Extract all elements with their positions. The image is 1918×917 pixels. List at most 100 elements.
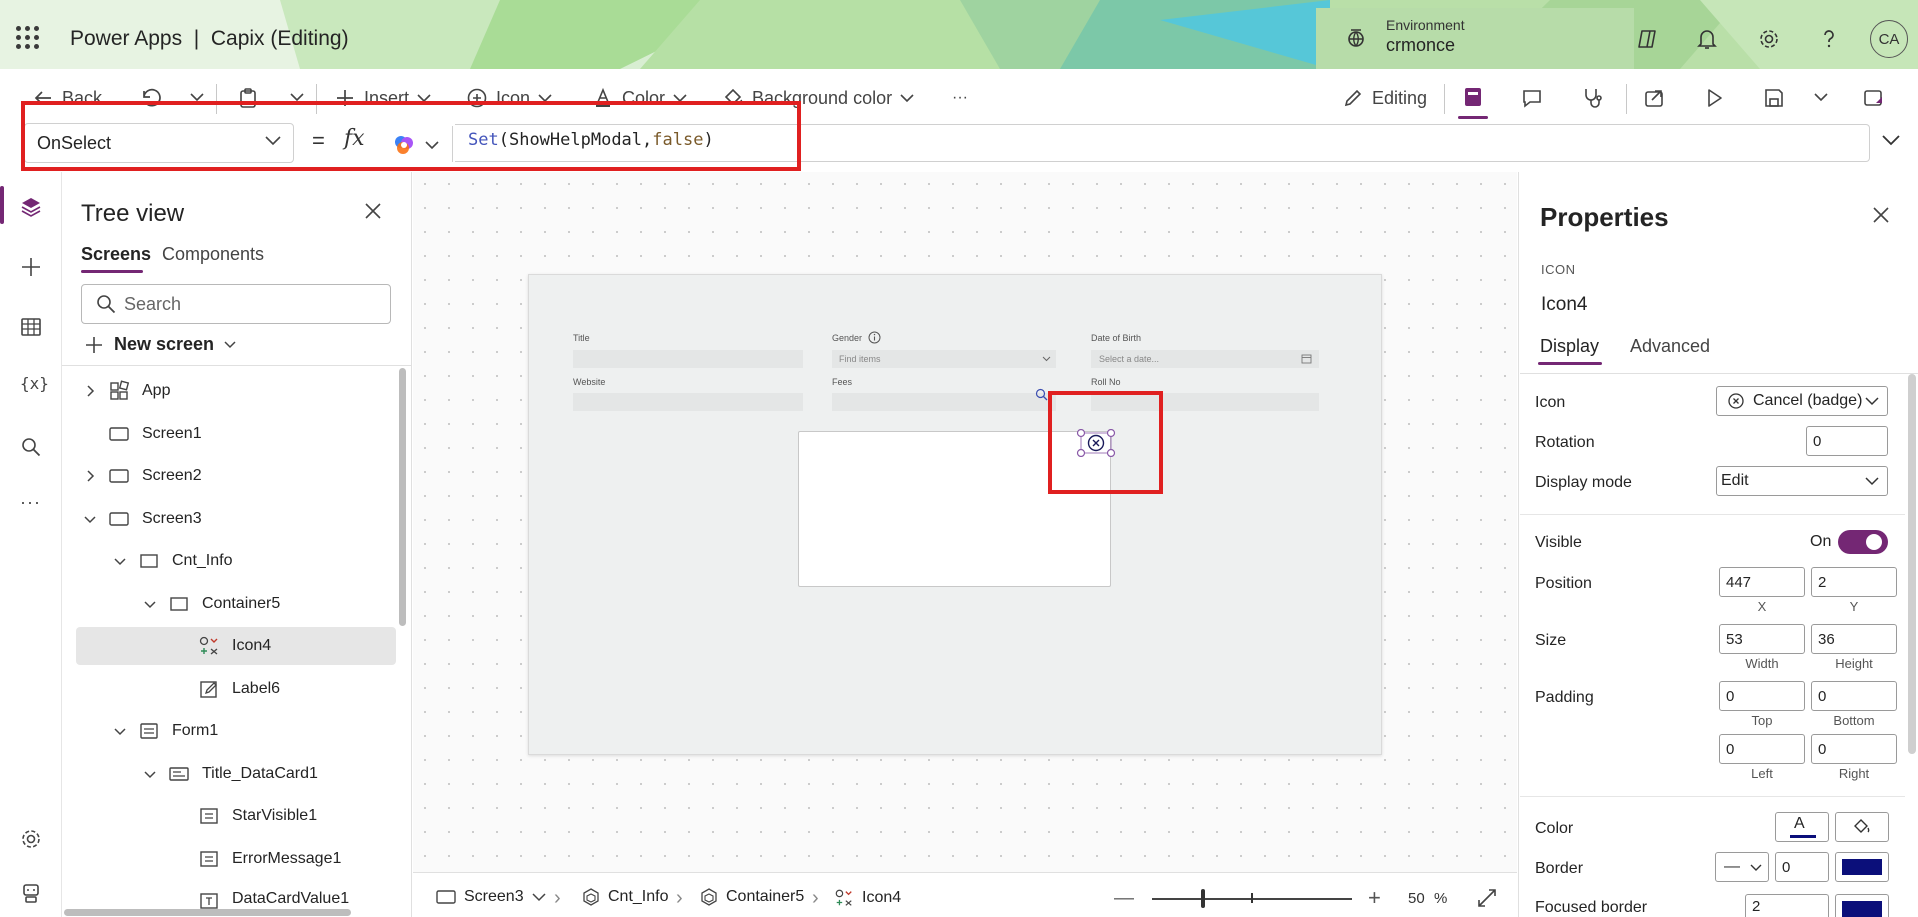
chevron-down-icon[interactable] (114, 555, 126, 567)
tab-display[interactable]: Display (1540, 336, 1599, 357)
tree-item-starvisible1[interactable]: StarVisible1 (76, 797, 396, 835)
field-website-input[interactable] (573, 393, 803, 411)
tree-item-errormessage1[interactable]: ErrorMessage1 (76, 840, 396, 878)
zoom-slider-thumb[interactable] (1201, 889, 1205, 908)
field-label-gender: Gender (832, 333, 863, 343)
save-icon[interactable] (1762, 86, 1786, 110)
chevron-down-icon (1865, 397, 1879, 406)
copilot-icon[interactable] (1634, 26, 1660, 52)
zoom-out-button[interactable]: — (1114, 887, 1134, 910)
settings-gear-icon[interactable] (18, 826, 44, 852)
app-title: Power Apps | Capix (Editing) (70, 27, 349, 50)
notifications-bell-icon[interactable] (1694, 26, 1720, 52)
properties-scrollbar[interactable] (1908, 374, 1916, 754)
info-icon (868, 331, 881, 344)
editing-mode-button[interactable]: Editing (1342, 84, 1427, 112)
chevron-down-icon[interactable] (532, 892, 546, 902)
environment-value[interactable]: crmonce (1386, 35, 1455, 56)
border-width-input[interactable]: 0 (1775, 852, 1829, 882)
more-options-button[interactable]: ··· (952, 84, 968, 112)
breadcrumb-icon4[interactable]: Icon4 (834, 888, 901, 908)
chevron-down-icon[interactable] (144, 598, 156, 610)
fit-to-window-icon[interactable] (1476, 887, 1498, 909)
zoom-value[interactable]: 50 (1408, 890, 1425, 907)
close-icon[interactable] (1872, 206, 1890, 224)
close-icon[interactable] (364, 202, 382, 220)
rotation-input[interactable]: 0 (1806, 426, 1888, 456)
chevron-right-icon[interactable] (84, 385, 96, 397)
save-chevron-down-icon[interactable] (1814, 92, 1828, 102)
tree-item-icon4[interactable]: Icon4 (76, 627, 396, 665)
screen-icon (109, 427, 129, 441)
breadcrumb-container5[interactable]: Container5 (700, 888, 804, 906)
tree-item-label6[interactable]: Label6 (76, 670, 396, 708)
icon-type-dropdown[interactable]: Cancel (badge) (1716, 386, 1888, 416)
position-x-input[interactable]: 447 (1719, 567, 1805, 597)
search-icon[interactable] (18, 434, 44, 460)
field-title-input[interactable] (573, 350, 803, 368)
tree-item-datacardvalue1[interactable]: DataCardValue1 (76, 882, 396, 912)
focused-border-color-picker[interactable] (1835, 894, 1889, 917)
data-table-icon[interactable] (18, 314, 44, 340)
tree-item-screen2[interactable]: Screen2 (76, 457, 396, 495)
padding-bottom-input[interactable]: 0 (1811, 681, 1897, 711)
position-y-input[interactable]: 2 (1811, 567, 1897, 597)
padding-right-input[interactable]: 0 (1811, 734, 1897, 764)
tab-screens[interactable]: Screens (81, 244, 151, 265)
play-preview-icon[interactable] (1702, 86, 1726, 110)
comments-icon[interactable] (1520, 86, 1544, 110)
tree-item-cnt-info[interactable]: Cnt_Info (76, 542, 396, 580)
help-icon[interactable] (1816, 26, 1842, 52)
tab-components[interactable]: Components (162, 244, 264, 265)
chevron-down-icon[interactable] (84, 513, 96, 525)
tree-item-screen3[interactable]: Screen3 (76, 500, 396, 538)
publish-icon[interactable] (1862, 86, 1886, 110)
padding-left-input[interactable]: 0 (1719, 734, 1805, 764)
tree-vertical-scrollbar[interactable] (399, 368, 406, 626)
padding-top-label: Top (1751, 713, 1773, 728)
focused-border-width-input[interactable]: 2 (1745, 894, 1829, 917)
user-avatar[interactable]: CA (1870, 20, 1908, 58)
zoom-in-button[interactable]: + (1368, 885, 1381, 911)
more-rail-icon[interactable]: ··· (20, 492, 41, 513)
border-color-picker[interactable] (1835, 852, 1889, 882)
settings-gear-icon[interactable] (1756, 26, 1782, 52)
container-icon (170, 597, 188, 611)
virtual-agent-icon[interactable] (18, 880, 44, 906)
height-input[interactable]: 36 (1811, 624, 1897, 654)
breadcrumb-screen3[interactable]: Screen3 (436, 888, 546, 906)
tree-item-title-datacard1[interactable]: Title_DataCard1 (76, 755, 396, 793)
formula-expand-chevron-icon[interactable] (1882, 134, 1900, 146)
tree-item-screen1[interactable]: Screen1 (76, 415, 396, 453)
border-color-swatch (1842, 859, 1882, 875)
fill-color-picker[interactable] (1835, 812, 1889, 842)
app-checker-stethoscope-icon[interactable] (1580, 86, 1604, 110)
chevron-right-icon[interactable] (84, 470, 96, 482)
tab-advanced[interactable]: Advanced (1630, 336, 1710, 357)
insert-plus-icon[interactable] (18, 254, 44, 280)
environment-globe-icon[interactable] (1344, 26, 1368, 50)
padding-top-input[interactable]: 0 (1719, 681, 1805, 711)
width-input[interactable]: 53 (1719, 624, 1805, 654)
variables-icon[interactable]: {x} (20, 374, 49, 393)
page-view-icon[interactable] (1460, 84, 1486, 110)
tree-item-form1[interactable]: Form1 (76, 712, 396, 750)
field-fees-input[interactable] (832, 393, 1056, 411)
tree-item-container5[interactable]: Container5 (76, 585, 396, 623)
tree-horizontal-scrollbar[interactable] (64, 909, 351, 916)
display-mode-dropdown[interactable]: Edit (1716, 466, 1888, 496)
breadcrumb-cnt-info[interactable]: Cnt_Info (582, 888, 668, 906)
icon-color-picker[interactable]: A (1775, 812, 1829, 842)
new-screen-button[interactable]: New screen (84, 334, 236, 355)
share-icon[interactable] (1642, 86, 1666, 110)
control-name[interactable]: Icon4 (1541, 294, 1587, 316)
tree-item-app[interactable]: App (76, 372, 396, 410)
chevron-down-icon[interactable] (114, 725, 126, 737)
chevron-down-icon[interactable] (144, 768, 156, 780)
app-launcher-icon[interactable] (16, 26, 40, 50)
border-style-dropdown[interactable]: — (1715, 852, 1769, 882)
breadcrumb-separator: › (554, 887, 561, 909)
datacard-icon (169, 767, 189, 781)
tree-view-layers-icon[interactable] (18, 194, 44, 220)
tree-divider (62, 365, 412, 366)
